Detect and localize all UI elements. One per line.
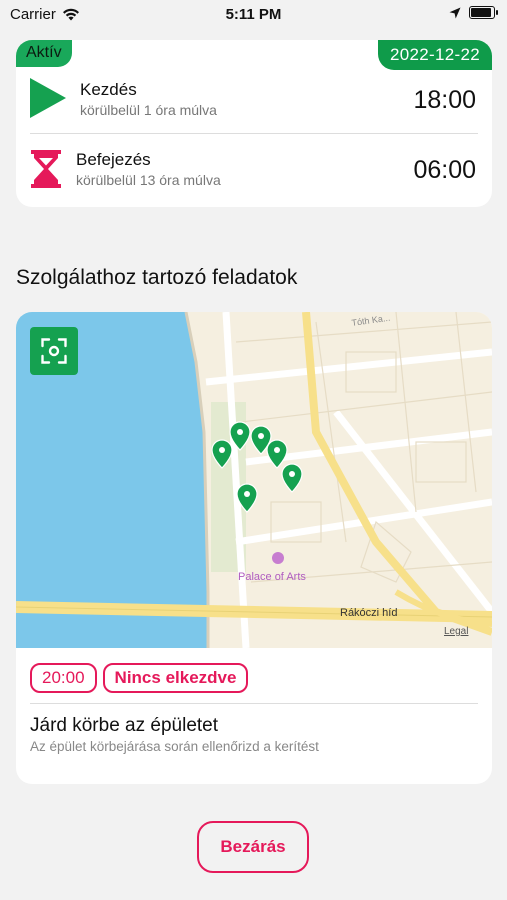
shift-end-row: Befejezés körülbelül 13 óra múlva 06:00 <box>30 144 478 204</box>
shift-start-relative: körülbelül 1 óra múlva <box>80 102 217 118</box>
shift-card: Aktív 2022-12-22 Kezdés körülbelül 1 óra… <box>16 40 492 207</box>
location-arrow-icon <box>449 7 461 18</box>
task-description: Az épület körbejárása során ellenőrizd a… <box>30 739 319 754</box>
task-title: Járd körbe az épületet <box>30 715 219 736</box>
shift-end-label: Befejezés <box>76 150 151 169</box>
row-divider <box>30 133 478 134</box>
status-right <box>449 6 498 19</box>
hourglass-icon <box>31 150 61 188</box>
task-map[interactable]: Tóth Ka... Palace of Arts Rákóczi híd Le… <box>16 312 492 649</box>
map-legal-link[interactable]: Legal <box>444 626 468 637</box>
task-card[interactable]: Tóth Ka... Palace of Arts Rákóczi híd Le… <box>16 312 492 784</box>
shift-start-row: Kezdés körülbelül 1 óra múlva 18:00 <box>30 74 478 134</box>
map-bridge-label: Rákóczi híd <box>340 607 397 619</box>
battery-icon <box>469 6 498 19</box>
task-time-chip: 20:00 <box>30 663 97 693</box>
task-status-chip: Nincs elkezdve <box>102 663 249 693</box>
play-icon <box>30 78 66 118</box>
map-canvas: Tóth Ka... Palace of Arts Rákóczi híd Le… <box>16 312 492 649</box>
task-chips: 20:00 Nincs elkezdve <box>30 663 249 693</box>
close-button[interactable]: Bezárás <box>197 821 309 873</box>
shift-date-badge: 2022-12-22 <box>378 40 492 70</box>
status-badge: Aktív <box>16 40 72 67</box>
shift-start-label: Kezdés <box>80 80 137 99</box>
section-title: Szolgálathoz tartozó feladatok <box>16 266 298 289</box>
focus-map-button[interactable] <box>30 327 78 375</box>
map-poi-label: Palace of Arts <box>238 571 306 583</box>
shift-end-relative: körülbelül 13 óra múlva <box>76 172 221 188</box>
clock: 5:11 PM <box>225 6 282 23</box>
task-divider <box>30 703 478 704</box>
shift-start-time: 18:00 <box>413 86 476 114</box>
scan-icon <box>41 338 67 364</box>
shift-end-time: 06:00 <box>413 156 476 184</box>
